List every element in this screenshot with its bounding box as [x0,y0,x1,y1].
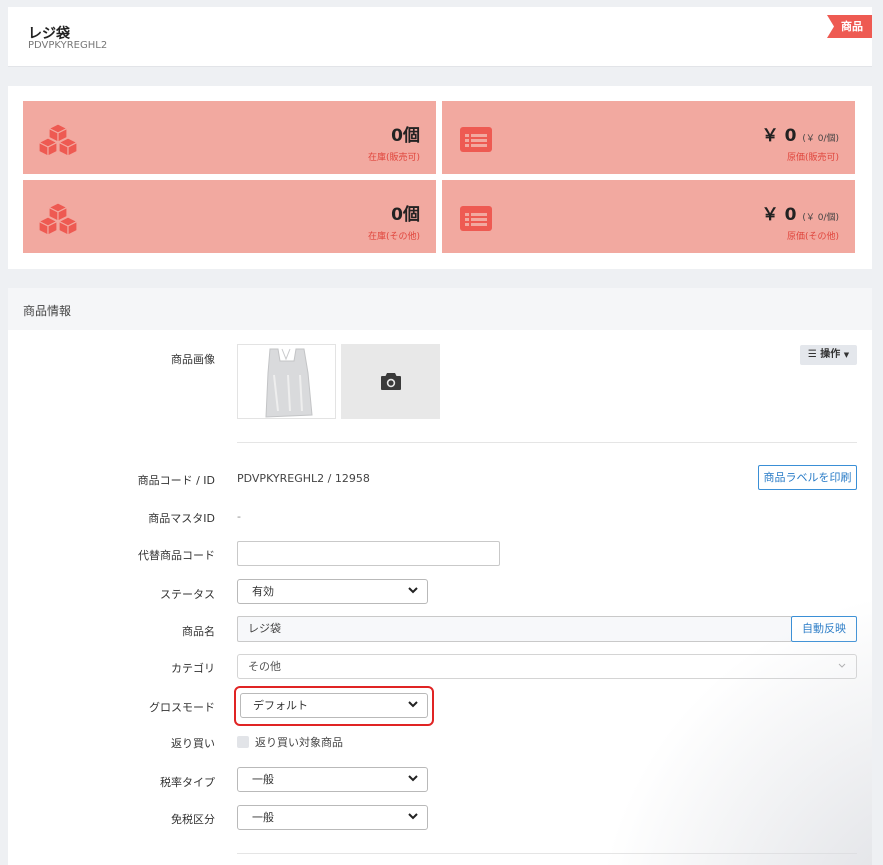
boxes-icon [37,123,79,157]
stat-value: 0個 [391,205,420,225]
category-label: カテゴリ [171,662,215,675]
stat-label: 在庫(販売可) [367,153,420,163]
stat-value: 0個 [391,126,420,146]
auto-reflect-button[interactable]: 自動反映 [791,616,857,642]
stat-stock-sellable: 0個 在庫(販売可) [23,101,436,174]
product-badge: 商品 [827,15,872,38]
consignment-checkbox-label: 返り買い対象商品 [255,736,343,749]
tax-exempt-select[interactable]: 一般 [237,805,428,830]
stat-stock-other: 0個 在庫(その他) [23,180,436,253]
list-icon [460,206,492,231]
consignment-checkbox[interactable] [237,736,249,748]
list-icon: ☰ [807,349,817,360]
stat-label: 在庫(その他) [367,232,420,242]
divider [237,442,857,443]
section-title: 商品情報 [23,304,72,318]
product-info-panel: 商品情報 商品画像 ☰ 操作 ▼ 商品コード / ID PDVPKYREGHL2… [8,288,872,865]
product-code: PDVPKYREGHL2 [28,40,108,51]
plastic-bag-image [265,348,313,418]
chevron-down-icon [408,701,418,708]
caret-down-icon: ▼ [843,351,850,359]
master-id-label: 商品マスタID [148,512,215,525]
stat-cost-sellable: ￥ 0 (￥ 0/個) 原価(販売可) [442,101,855,174]
stat-value: ￥ 0 (￥ 0/個) [761,205,839,225]
print-label-button[interactable]: 商品ラベルを印刷 [758,465,857,490]
tax-type-select[interactable]: 一般 [237,767,428,792]
name-label: 商品名 [182,625,215,638]
status-select[interactable]: 有効 [237,579,428,604]
category-select[interactable]: その他 [237,654,857,679]
product-image-thumbnail[interactable] [237,344,336,419]
stat-label: 原価(販売可) [786,153,839,163]
stat-value: ￥ 0 (￥ 0/個) [761,126,839,146]
chevron-down-icon [408,587,418,594]
master-id-value: - [237,510,241,523]
add-image-button[interactable] [341,344,440,419]
stats-panel: 0個 在庫(販売可) ￥ 0 (￥ 0/個) 原価(販売可) 0個 在庫(その他… [8,86,872,269]
product-header: レジ袋 PDVPKYREGHL2 商品 [8,7,872,67]
consignment-label: 返り買い [171,737,215,750]
status-label: ステータス [160,588,215,601]
stat-cost-other: ￥ 0 (￥ 0/個) 原価(その他) [442,180,855,253]
camera-icon [381,373,401,390]
product-name-input[interactable]: レジ袋 [237,616,792,642]
alt-code-input[interactable] [237,541,500,566]
divider [237,853,857,854]
operations-dropdown-button[interactable]: ☰ 操作 ▼ [800,345,857,365]
alt-code-label: 代替商品コード [138,549,215,562]
chevron-down-icon [408,813,418,820]
chevron-down-icon [408,775,418,782]
list-icon [460,127,492,152]
tax-type-label: 税率タイプ [160,776,215,789]
gross-mode-select[interactable]: デフォルト [240,693,428,718]
stat-label: 原価(その他) [786,232,839,242]
gross-mode-label: グロスモード [149,701,215,714]
code-label: 商品コード / ID [137,474,215,487]
tax-exempt-label: 免税区分 [171,813,215,826]
code-value: PDVPKYREGHL2 / 12958 [237,472,370,485]
chevron-down-icon [838,663,846,668]
image-label: 商品画像 [171,353,215,366]
boxes-icon [37,202,79,236]
section-header: 商品情報 [8,288,872,330]
